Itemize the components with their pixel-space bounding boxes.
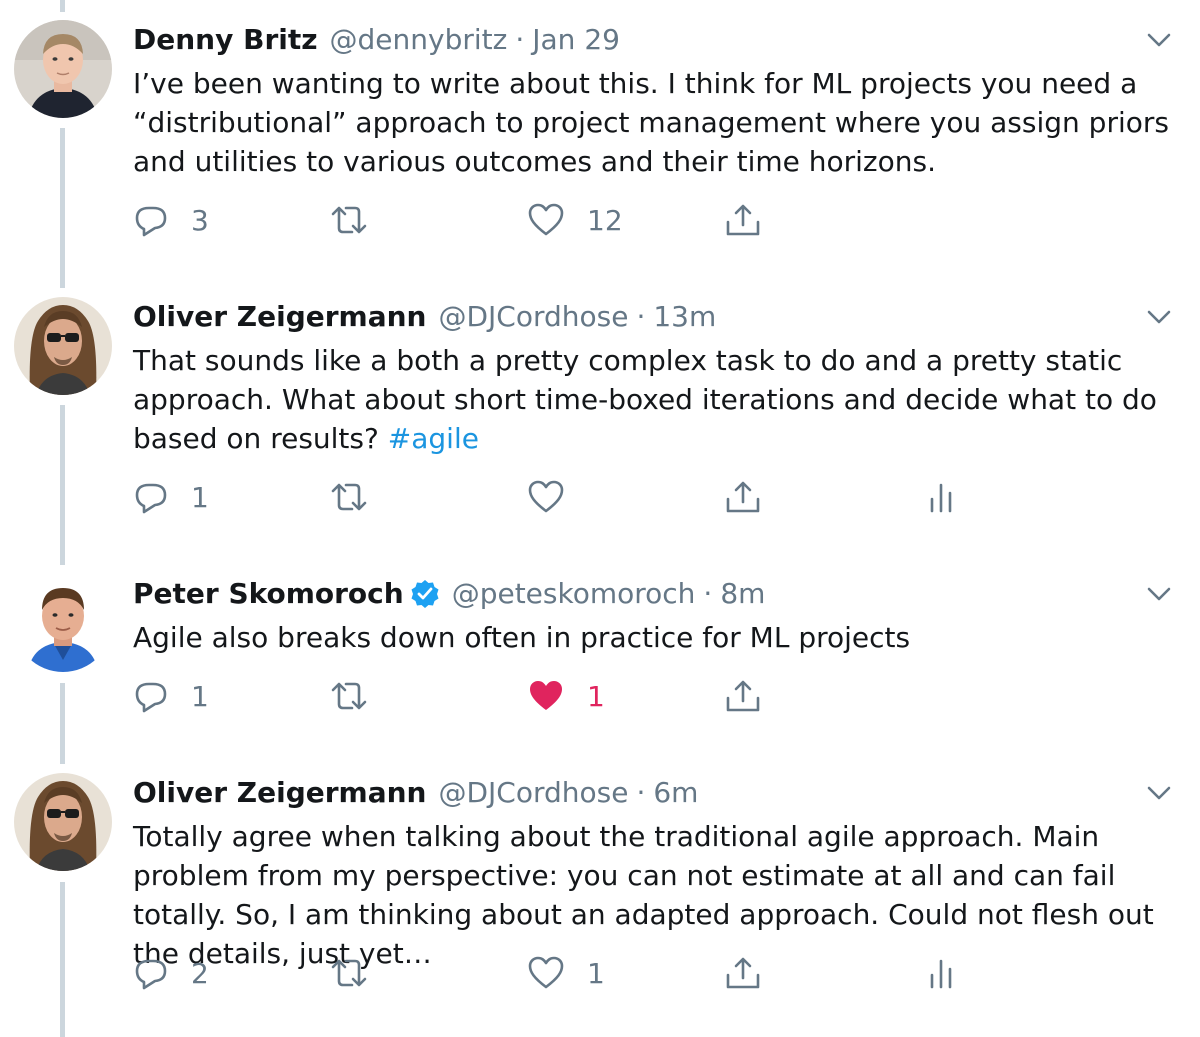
tweet-header: Peter Skomoroch @peteskomoroch · 8m (133, 574, 765, 614)
share-icon (726, 680, 760, 712)
reply-button[interactable]: 1 (133, 676, 209, 716)
timestamp[interactable]: Jan 29 (532, 20, 620, 60)
reply-icon (135, 206, 167, 237)
analytics-button[interactable] (928, 477, 954, 517)
tweet-text: I’ve been wanting to write about this. I… (133, 64, 1183, 181)
separator-dot: · (703, 577, 713, 610)
tweet[interactable]: Peter Skomoroch @peteskomoroch · 8m Agil… (0, 574, 1200, 749)
share-icon (726, 957, 760, 989)
action-bar: 1 1 (0, 676, 1200, 716)
retweet-button[interactable] (330, 953, 368, 993)
tweet-header: Oliver Zeigermann @DJCordhose · 6m (133, 773, 698, 813)
reply-button[interactable]: 2 (133, 953, 209, 993)
like-button[interactable]: 1 (527, 953, 605, 993)
author-handle[interactable]: @DJCordhose (438, 297, 628, 337)
timestamp[interactable]: 6m (653, 773, 698, 813)
avatar[interactable] (14, 20, 112, 118)
share-button[interactable] (724, 676, 762, 716)
share-button[interactable] (724, 200, 762, 240)
timestamp[interactable]: 8m (720, 574, 765, 614)
chevron-down-icon[interactable] (1146, 30, 1172, 50)
share-button[interactable] (724, 953, 762, 993)
like-button[interactable]: 1 (527, 676, 605, 716)
heart-icon (530, 681, 562, 710)
share-icon (726, 481, 760, 513)
reply-button[interactable]: 1 (133, 477, 209, 517)
tweet-text-content: Agile also breaks down often in practice… (133, 621, 911, 654)
tweet-text: Totally agree when talking about the tra… (133, 817, 1183, 973)
chevron-down-icon[interactable] (1146, 783, 1172, 803)
tweet-text-content: Totally agree when talking about the tra… (133, 820, 1154, 970)
share-button[interactable] (724, 477, 762, 517)
retweet-icon (331, 206, 367, 234)
tweet-text-content: I’ve been wanting to write about this. I… (133, 67, 1169, 178)
retweet-icon (331, 682, 367, 710)
heart-icon (528, 203, 564, 236)
analytics-icon (930, 959, 952, 989)
analytics-button[interactable] (928, 953, 954, 993)
author-handle[interactable]: @dennybritz (330, 20, 508, 60)
reply-count: 2 (191, 956, 209, 990)
reply-button[interactable]: 3 (133, 200, 209, 240)
author-handle[interactable]: @DJCordhose (438, 773, 628, 813)
chevron-down-icon[interactable] (1146, 307, 1172, 327)
reply-count: 3 (191, 203, 209, 237)
reply-count: 1 (191, 480, 209, 514)
hashtag-link[interactable]: #agile (388, 422, 479, 455)
action-bar: 1 (0, 477, 1200, 517)
reply-icon (135, 959, 167, 990)
reply-icon (135, 682, 167, 713)
action-bar: 3 12 (0, 200, 1200, 240)
author-name[interactable]: Peter Skomoroch (133, 574, 404, 614)
author-name[interactable]: Oliver Zeigermann (133, 773, 426, 813)
heart-icon (528, 956, 564, 989)
reply-count: 1 (191, 679, 209, 713)
avatar[interactable] (14, 297, 112, 395)
like-count: 1 (587, 956, 605, 990)
tweet[interactable]: Oliver Zeigermann @DJCordhose · 6m Total… (0, 773, 1200, 1018)
timestamp[interactable]: 13m (653, 297, 716, 337)
author-name[interactable]: Oliver Zeigermann (133, 297, 426, 337)
tweet-text: Agile also breaks down often in practice… (133, 618, 1183, 657)
share-icon (726, 204, 760, 236)
heart-icon (528, 480, 564, 513)
like-button[interactable] (527, 477, 565, 517)
like-count: 1 (587, 679, 605, 713)
action-bar: 2 1 (0, 953, 1200, 993)
analytics-icon (930, 483, 952, 513)
tweet[interactable]: Denny Britz @dennybritz · Jan 29 I’ve be… (0, 20, 1200, 265)
retweet-button[interactable] (330, 200, 368, 240)
verified-badge-icon (410, 579, 440, 609)
like-button[interactable]: 12 (527, 200, 623, 240)
tweet-header: Denny Britz @dennybritz · Jan 29 (133, 20, 620, 60)
like-count: 12 (587, 203, 623, 237)
author-name[interactable]: Denny Britz (133, 20, 318, 60)
tweet[interactable]: Oliver Zeigermann @DJCordhose · 13m That… (0, 297, 1200, 542)
retweet-icon (331, 959, 367, 987)
tweet-text: That sounds like a both a pretty complex… (133, 341, 1183, 458)
separator-dot: · (636, 300, 646, 333)
avatar[interactable] (14, 574, 112, 672)
retweet-icon (331, 483, 367, 511)
thread-line (60, 0, 65, 12)
author-handle[interactable]: @peteskomoroch (452, 574, 696, 614)
chevron-down-icon[interactable] (1146, 584, 1172, 604)
tweet-text-content: That sounds like a both a pretty complex… (133, 344, 1157, 455)
tweet-header: Oliver Zeigermann @DJCordhose · 13m (133, 297, 716, 337)
retweet-button[interactable] (330, 676, 368, 716)
reply-icon (135, 483, 167, 514)
separator-dot: · (636, 776, 646, 809)
retweet-button[interactable] (330, 477, 368, 517)
separator-dot: · (515, 23, 525, 56)
avatar[interactable] (14, 773, 112, 871)
